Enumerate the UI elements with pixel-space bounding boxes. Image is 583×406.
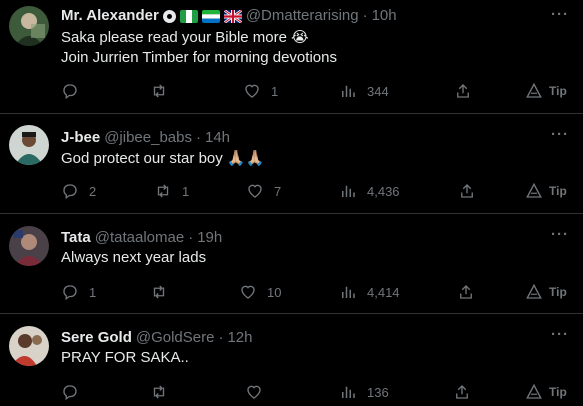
more-options-icon[interactable]: ···: [551, 226, 569, 243]
tweet-text: Saka please read your Bible more 😭 Join …: [61, 29, 337, 66]
avatar[interactable]: [9, 6, 49, 46]
retweet-button[interactable]: [150, 282, 178, 302]
retweet-button[interactable]: [150, 382, 178, 402]
more-options-icon[interactable]: ···: [551, 326, 569, 343]
views-icon: [342, 286, 355, 298]
reply-feed: Mr. Alexander @Dmatterarising · 10h ··· …: [0, 0, 583, 406]
reply-icon: [63, 84, 77, 100]
tip-label: Tip: [549, 84, 567, 98]
views-button[interactable]: 344: [339, 81, 389, 101]
tweet[interactable]: Tata @tataalomae · 19h ··· Always next y…: [0, 214, 583, 314]
tweet-text: God protect our star boy 🙏🏼🙏🏼: [61, 150, 265, 167]
author-handle[interactable]: @GoldSere: [136, 329, 215, 347]
reply-icon: [63, 285, 77, 301]
tip-button[interactable]: Tip: [525, 81, 567, 101]
retweet-icon: [157, 184, 169, 198]
like-button[interactable]: 7: [246, 181, 281, 201]
reply-button[interactable]: 2: [61, 181, 96, 201]
more-options-icon[interactable]: ···: [551, 6, 569, 23]
author-name[interactable]: Mr. Alexander: [61, 7, 159, 25]
reply-count: 1: [89, 284, 97, 300]
tip-icon: [526, 283, 542, 299]
share-button[interactable]: [454, 81, 472, 101]
separator-dot: ·: [218, 329, 224, 346]
author-name[interactable]: Sere Gold: [61, 329, 132, 347]
views-button[interactable]: 136: [339, 382, 389, 402]
view-count: 4,414: [367, 284, 400, 300]
like-count: 1: [271, 83, 279, 99]
like-count: 7: [274, 183, 282, 199]
share-button[interactable]: [458, 181, 476, 201]
reply-button[interactable]: 1: [61, 282, 96, 302]
separator-dot: ·: [195, 129, 201, 146]
share-button[interactable]: [453, 382, 471, 402]
tweet[interactable]: Sere Gold @GoldSere · 12h ··· PRAY FOR S…: [0, 314, 583, 406]
reply-icon: [63, 385, 77, 401]
heart-icon: [241, 285, 255, 299]
tip-button[interactable]: Tip: [525, 282, 567, 302]
retweet-button[interactable]: 1: [154, 181, 189, 201]
like-button[interactable]: 10: [239, 282, 281, 302]
like-button[interactable]: [245, 382, 273, 402]
nigeria-flag-icon: [179, 9, 198, 23]
separator-dot: ·: [188, 229, 194, 246]
view-count: 136: [367, 384, 389, 400]
view-count: 4,436: [367, 183, 400, 199]
views-icon: [342, 185, 355, 197]
views-icon: [342, 85, 355, 97]
author-handle[interactable]: @tataalomae: [95, 229, 184, 247]
like-count: 10: [267, 284, 282, 300]
tip-icon: [526, 383, 542, 399]
views-button[interactable]: 4,414: [339, 282, 400, 302]
timestamp[interactable]: 12h: [227, 329, 252, 347]
avatar[interactable]: [9, 125, 49, 165]
retweet-icon: [153, 84, 165, 98]
timestamp[interactable]: 14h: [205, 129, 230, 147]
author-name[interactable]: J-bee: [61, 129, 100, 147]
sierra-leone-flag-icon: [201, 9, 220, 23]
tip-icon: [526, 182, 542, 198]
tip-label: Tip: [549, 385, 567, 399]
reply-button[interactable]: [61, 382, 89, 402]
uk-flag-icon: [223, 9, 242, 23]
heart-icon: [247, 385, 261, 399]
author-handle[interactable]: @jibee_babs: [104, 129, 192, 147]
views-button[interactable]: 4,436: [339, 181, 400, 201]
more-options-icon[interactable]: ···: [551, 126, 569, 143]
author-handle[interactable]: @Dmatterarising: [246, 7, 359, 25]
heart-icon: [248, 184, 262, 198]
avatar[interactable]: [9, 326, 49, 366]
avatar[interactable]: [9, 226, 49, 266]
tip-button[interactable]: Tip: [525, 382, 567, 402]
timestamp[interactable]: 10h: [372, 7, 397, 25]
retweet-icon: [153, 385, 165, 399]
timestamp[interactable]: 19h: [197, 229, 222, 247]
tweet-text: PRAY FOR SAKA..: [61, 349, 189, 366]
tweet[interactable]: J-bee @jibee_babs · 14h ··· God protect …: [0, 114, 583, 214]
share-button[interactable]: [457, 282, 475, 302]
tip-button[interactable]: Tip: [525, 181, 567, 201]
reply-count: 2: [89, 183, 97, 199]
retweet-icon: [153, 285, 165, 299]
separator-dot: ·: [362, 7, 368, 24]
tweet[interactable]: Mr. Alexander @Dmatterarising · 10h ··· …: [0, 0, 583, 114]
share-icon: [461, 184, 473, 198]
retweet-button[interactable]: [150, 81, 178, 101]
retweet-count: 1: [182, 183, 190, 199]
share-icon: [457, 84, 469, 98]
like-button[interactable]: 1: [243, 81, 278, 101]
author-name[interactable]: Tata: [61, 229, 91, 247]
view-count: 344: [367, 83, 389, 99]
tip-label: Tip: [549, 285, 567, 299]
tip-label: Tip: [549, 184, 567, 198]
views-icon: [342, 386, 355, 398]
reply-icon: [63, 184, 77, 200]
share-icon: [460, 285, 472, 299]
heart-icon: [245, 84, 259, 98]
tip-icon: [526, 82, 542, 98]
share-icon: [456, 385, 468, 399]
reply-button[interactable]: [61, 81, 89, 101]
tweet-text: Always next year lads: [61, 249, 207, 266]
circle-badge-icon: [162, 9, 176, 23]
